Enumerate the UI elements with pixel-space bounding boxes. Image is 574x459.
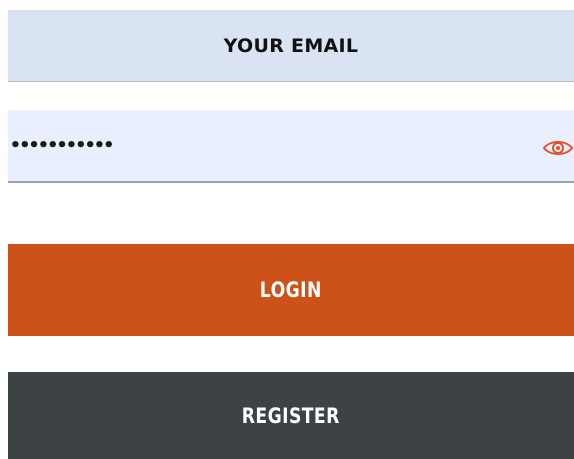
email-field[interactable]: YOUR EMAIL — [8, 10, 574, 82]
login-form: YOUR EMAIL ••••••••••• LOGIN REGISTER — [0, 0, 574, 459]
login-button[interactable]: LOGIN — [8, 244, 574, 336]
password-field[interactable]: ••••••••••• — [8, 110, 574, 183]
register-button[interactable]: REGISTER — [8, 372, 574, 459]
email-placeholder: YOUR EMAIL — [223, 34, 359, 57]
eye-icon[interactable] — [542, 138, 574, 158]
login-button-label: LOGIN — [259, 278, 323, 302]
register-button-label: REGISTER — [241, 403, 341, 428]
eye-icon-graphic — [542, 141, 574, 155]
password-value: ••••••••••• — [10, 135, 114, 156]
